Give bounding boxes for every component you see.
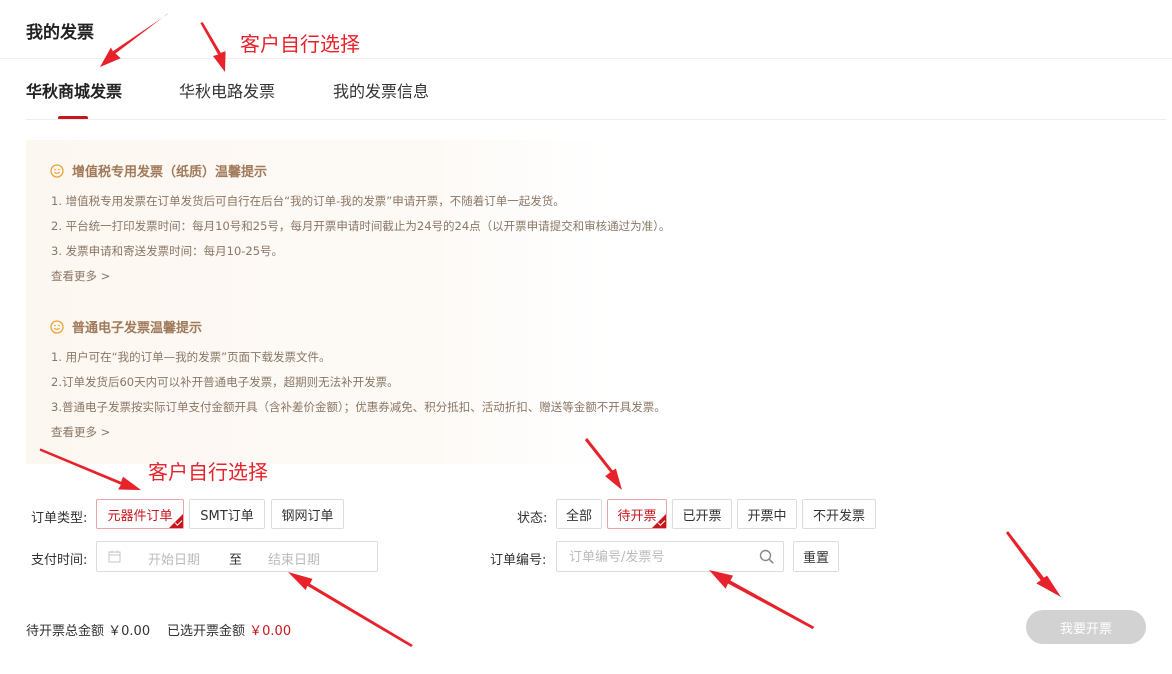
order-type-option-smt[interactable]: SMT订单	[189, 499, 265, 529]
status-option-all[interactable]: 全部	[556, 499, 602, 529]
status-option-pending-label: 待开票	[617, 508, 657, 524]
smile-icon	[50, 319, 64, 334]
annotation-text-top: 客户自行选择	[240, 32, 360, 56]
title-divider	[0, 58, 1172, 59]
tab-huaqiu-mall-invoice[interactable]: 华秋商城发票	[26, 78, 122, 102]
e-invoice-notice-title-text: 普通电子发票温馨提示	[72, 321, 203, 336]
pay-time-label: 支付时间:	[31, 553, 88, 568]
annotation-arrow	[709, 570, 815, 630]
end-date-input[interactable]: 结束日期	[268, 549, 320, 568]
vat-notice-title-text: 增值税专用发票（纸质）温馨提示	[72, 165, 268, 180]
annotation-arrow	[288, 572, 413, 647]
order-no-search-box	[556, 541, 784, 572]
e-invoice-notice-line-3: 3.普通电子发票按实际订单支付金额开具（含补差价金额）；优惠券减免、积分抵扣、活…	[51, 400, 666, 414]
status-option-invoiced[interactable]: 已开票	[672, 499, 732, 529]
pending-total-amount: ￥0.00	[108, 624, 151, 639]
status-option-processing[interactable]: 开票中	[737, 499, 797, 529]
selected-check-icon	[169, 514, 183, 528]
order-type-option-components-label: 元器件订单	[107, 508, 173, 524]
vat-notice-line-3: 3. 发票申请和寄送发票时间：每月10-25号。	[51, 244, 284, 258]
pending-total: 待开票总金额 ￥0.00	[26, 620, 150, 639]
tab-my-invoice-info[interactable]: 我的发票信息	[333, 78, 429, 102]
selected-total-label: 已选开票金额	[167, 624, 246, 639]
order-no-label: 订单编号:	[490, 553, 547, 568]
start-date-input[interactable]: 开始日期	[148, 549, 200, 568]
vat-view-more-link[interactable]: 查看更多 >	[51, 268, 110, 284]
annotation-arrow	[1005, 531, 1061, 597]
order-type-option-components[interactable]: 元器件订单	[96, 499, 184, 529]
selected-check-icon	[652, 514, 666, 528]
status-label: 状态:	[517, 511, 548, 526]
apply-invoice-button[interactable]: 我要开票	[1026, 610, 1146, 644]
date-range-picker[interactable]: 开始日期 至 结束日期	[96, 541, 378, 572]
status-option-pending[interactable]: 待开票	[607, 499, 667, 529]
selected-total-amount: ￥0.00	[249, 624, 292, 639]
page-title: 我的发票	[26, 23, 94, 43]
calendar-icon	[108, 550, 121, 563]
selected-total: 已选开票金额 ￥0.00	[167, 620, 291, 639]
e-invoice-view-more-link[interactable]: 查看更多 >	[51, 424, 110, 440]
search-icon[interactable]	[759, 549, 774, 564]
tabs-divider	[26, 119, 1166, 120]
order-no-input[interactable]	[569, 548, 749, 566]
tab-huaqiu-pcb-invoice[interactable]: 华秋电路发票	[179, 78, 275, 102]
e-invoice-notice-line-1: 1. 用户可在“我的订单—我的发票”页面下载发票文件。	[51, 350, 331, 364]
e-invoice-notice-line-2: 2.订单发货后60天内可以补开普通电子发票，超期则无法补开发票。	[51, 375, 399, 389]
vat-notice-title: 增值税专用发票（纸质）温馨提示	[50, 161, 267, 180]
pending-total-label: 待开票总金额	[26, 624, 105, 639]
annotation-arrow	[200, 22, 226, 73]
smile-icon	[50, 163, 64, 178]
vat-notice-line-1: 1. 增值税专用发票在订单发货后可自行在后台“我的订单-我的发票”申请开票，不随…	[51, 194, 565, 208]
annotation-text-middle: 客户自行选择	[148, 460, 268, 484]
date-range-separator: 至	[229, 553, 243, 568]
status-option-no-invoice[interactable]: 不开发票	[802, 499, 876, 529]
order-type-option-stencil[interactable]: 钢网订单	[271, 499, 344, 529]
e-invoice-notice-title: 普通电子发票温馨提示	[50, 317, 202, 336]
reset-button[interactable]: 重置	[793, 541, 839, 572]
order-type-label: 订单类型:	[31, 511, 88, 526]
vat-notice-line-2: 2. 平台统一打印发票时间：每月10号和25号，每月开票申请时间截止为24号的2…	[51, 219, 671, 233]
notice-panel: 增值税专用发票（纸质）温馨提示 1. 增值税专用发票在订单发货后可自行在后台“我…	[26, 140, 670, 464]
